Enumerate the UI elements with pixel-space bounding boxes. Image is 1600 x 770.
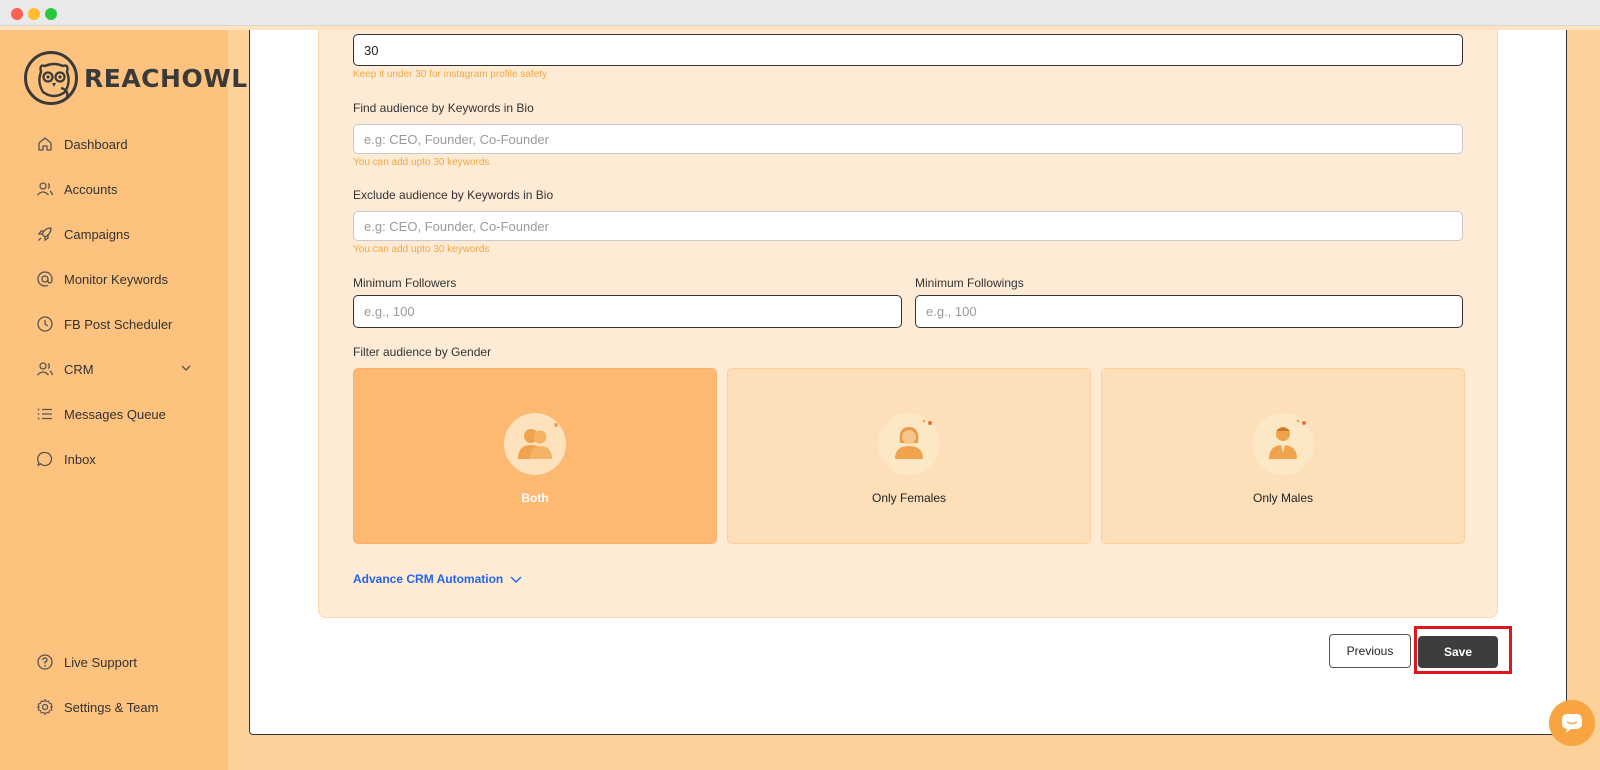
at-sign-icon xyxy=(36,270,54,288)
gender-filter-label: Filter audience by Gender xyxy=(353,345,492,359)
gear-icon xyxy=(36,698,54,716)
couple-icon xyxy=(504,413,566,475)
advance-crm-toggle[interactable]: Advance CRM Automation xyxy=(353,572,523,586)
owl-logo-icon xyxy=(24,51,78,105)
min-followers-label: Minimum Followers xyxy=(353,276,457,290)
limit-input[interactable] xyxy=(353,34,1463,66)
gender-option-label: Only Males xyxy=(1252,491,1314,505)
sidebar-item-label: FB Post Scheduler xyxy=(64,316,173,332)
users-icon xyxy=(36,360,54,378)
exclude-keywords-label: Exclude audience by Keywords in Bio xyxy=(353,188,554,202)
male-icon xyxy=(1252,413,1314,475)
sidebar: REACHOWL Dashboard Accounts Campaigns Mo xyxy=(0,30,247,770)
app-frame: REACHOWL Dashboard Accounts Campaigns Mo xyxy=(0,30,1600,770)
list-icon xyxy=(36,405,54,423)
advance-crm-label: Advance CRM Automation xyxy=(353,572,504,586)
sidebar-item-dashboard[interactable]: Dashboard xyxy=(36,132,192,156)
gender-option-label: Both xyxy=(521,491,549,505)
rocket-icon xyxy=(36,225,54,243)
min-followings-label: Minimum Followings xyxy=(915,276,1024,290)
brand-name: REACHOWL xyxy=(84,63,248,93)
sidebar-item-monitor-keywords[interactable]: Monitor Keywords xyxy=(36,267,192,291)
chat-icon xyxy=(36,450,54,468)
sidebar-item-accounts[interactable]: Accounts xyxy=(36,177,192,201)
window-minimize-button[interactable] xyxy=(28,8,40,20)
clock-icon xyxy=(36,315,54,333)
sidebar-item-label: CRM xyxy=(64,361,94,377)
sidebar-item-fb-post-scheduler[interactable]: FB Post Scheduler xyxy=(36,312,192,336)
gender-option-females[interactable]: Only Females xyxy=(727,368,1091,544)
sidebar-item-label: Settings & Team xyxy=(64,699,159,715)
sidebar-item-label: Campaigns xyxy=(64,226,130,242)
include-keywords-input[interactable] xyxy=(353,124,1463,154)
audience-filter-form: Keep it under 30 for instagram profile s… xyxy=(318,30,1498,618)
sidebar-item-settings-team[interactable]: Settings & Team xyxy=(36,695,192,719)
gender-option-label: Only Females xyxy=(871,491,947,505)
chat-bubble-icon xyxy=(1562,714,1582,733)
sidebar-item-label: Messages Queue xyxy=(64,406,166,422)
help-circle-icon xyxy=(36,653,54,671)
chevron-down-icon[interactable] xyxy=(180,361,192,379)
sidebar-item-live-support[interactable]: Live Support xyxy=(36,650,192,674)
sidebar-item-inbox[interactable]: Inbox xyxy=(36,447,192,471)
home-icon xyxy=(36,135,54,153)
window-titlebar xyxy=(0,0,1600,26)
exclude-keywords-input[interactable] xyxy=(353,211,1463,241)
users-icon xyxy=(36,180,54,198)
sidebar-item-label: Live Support xyxy=(64,654,137,670)
sidebar-item-label: Dashboard xyxy=(64,136,128,152)
previous-button[interactable]: Previous xyxy=(1329,634,1411,668)
sidebar-item-messages-queue[interactable]: Messages Queue xyxy=(36,402,192,426)
gender-option-males[interactable]: Only Males xyxy=(1101,368,1465,544)
include-keywords-label: Find audience by Keywords in Bio xyxy=(353,101,534,115)
live-chat-button[interactable] xyxy=(1549,700,1595,746)
min-followings-input[interactable] xyxy=(915,295,1463,328)
sidebar-item-label: Monitor Keywords xyxy=(64,271,169,287)
min-followers-input[interactable] xyxy=(353,295,902,328)
sidebar-item-label: Accounts xyxy=(64,181,118,197)
sidebar-item-campaigns[interactable]: Campaigns xyxy=(36,222,192,246)
include-keywords-hint: You can add upto 30 keywords xyxy=(353,157,490,168)
exclude-keywords-hint: You can add upto 30 keywords xyxy=(353,244,490,255)
gender-option-both[interactable]: Both xyxy=(353,368,717,544)
female-icon xyxy=(878,413,940,475)
chevron-down-icon xyxy=(510,576,522,583)
window-close-button[interactable] xyxy=(11,8,23,20)
sidebar-item-crm[interactable]: CRM xyxy=(36,357,192,381)
main-panel: Keep it under 30 for instagram profile s… xyxy=(249,30,1567,735)
window-maximize-button[interactable] xyxy=(45,8,57,20)
save-button[interactable]: Save xyxy=(1418,636,1498,668)
sidebar-item-label: Inbox xyxy=(64,451,96,467)
limit-hint: Keep it under 30 for instagram profile s… xyxy=(353,69,547,80)
brand-logo[interactable]: REACHOWL xyxy=(24,50,248,106)
